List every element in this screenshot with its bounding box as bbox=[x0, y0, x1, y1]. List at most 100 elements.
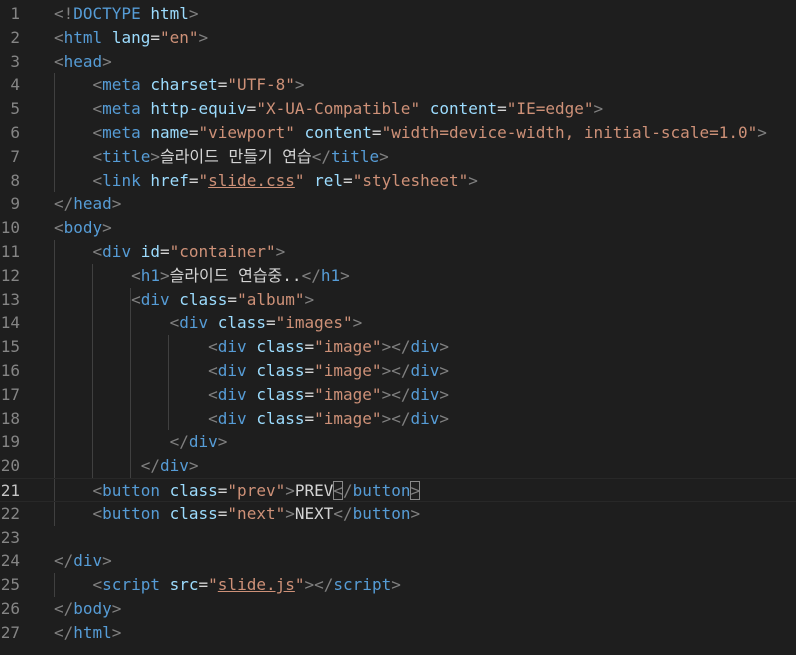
line-number: 16 bbox=[0, 360, 20, 380]
code-token: div bbox=[410, 337, 440, 357]
code-line[interactable]: 7 <title>슬라이드 만들기 연습</title> bbox=[0, 144, 796, 169]
code-text[interactable]: <meta charset="UTF-8"> bbox=[54, 73, 305, 97]
code-line[interactable]: 23 bbox=[0, 526, 796, 550]
code-token: < bbox=[54, 218, 64, 238]
code-token: > bbox=[439, 360, 450, 380]
code-token: > bbox=[352, 313, 363, 333]
code-token: < bbox=[208, 337, 218, 357]
code-token: > bbox=[111, 622, 122, 642]
code-line[interactable]: 17 <div class="image"></div> bbox=[0, 382, 796, 407]
code-token: " bbox=[294, 170, 305, 190]
code-token: div bbox=[217, 337, 247, 357]
code-line[interactable]: 19 </div> bbox=[0, 430, 796, 455]
code-text[interactable]: </body> bbox=[54, 597, 121, 621]
code-line[interactable]: 4 <meta charset="UTF-8"> bbox=[0, 73, 796, 98]
code-token: "container" bbox=[169, 241, 276, 261]
code-token: < bbox=[208, 360, 218, 380]
code-token: h1 bbox=[140, 265, 160, 285]
code-token: > bbox=[304, 289, 315, 309]
code-line[interactable]: 26 </body> bbox=[0, 597, 796, 621]
code-line[interactable]: 18 <div class="image"></div> bbox=[0, 406, 796, 431]
code-token: </ bbox=[54, 551, 74, 571]
code-token: = bbox=[304, 360, 315, 380]
code-text[interactable]: <head> bbox=[54, 50, 112, 74]
code-line[interactable]: 15 <div class="image"></div> bbox=[0, 335, 796, 359]
code-text[interactable]: </div> bbox=[54, 454, 199, 478]
code-line[interactable]: 1 <!DOCTYPE html> bbox=[0, 2, 796, 26]
code-line[interactable]: 5 <meta http-equiv="X-UA-Compatible" con… bbox=[0, 97, 796, 121]
code-text[interactable]: <div class="images"> bbox=[54, 311, 363, 335]
code-token: = bbox=[198, 575, 209, 595]
code-line[interactable]: 3 <head> bbox=[0, 50, 796, 74]
code-token: < bbox=[92, 170, 103, 190]
code-line[interactable]: 9 </head> bbox=[0, 192, 796, 216]
code-text[interactable]: <title>슬라이드 만들기 연습</title> bbox=[54, 145, 389, 169]
code-text[interactable]: <body> bbox=[54, 216, 112, 240]
code-token: > bbox=[379, 146, 389, 166]
code-text[interactable]: </html> bbox=[54, 621, 121, 645]
code-token: script bbox=[102, 575, 160, 595]
code-text[interactable]: <button class="prev">PREV</button> bbox=[54, 479, 421, 503]
code-text[interactable]: <div id="container"> bbox=[54, 240, 286, 264]
code-text[interactable]: <div class="image"></div> bbox=[54, 407, 449, 431]
code-token: > bbox=[439, 408, 450, 428]
code-token: < bbox=[208, 384, 218, 404]
code-token: "IE=edge" bbox=[506, 99, 594, 119]
code-token: id bbox=[140, 241, 160, 261]
code-token: div bbox=[159, 456, 189, 476]
code-token: > bbox=[150, 146, 160, 166]
code-line[interactable]: 16 <div class="image"></div> bbox=[0, 358, 796, 383]
code-line[interactable]: 10 <body> bbox=[0, 216, 796, 240]
code-text[interactable]: </div> bbox=[54, 549, 112, 573]
code-line[interactable]: 27 </html> bbox=[0, 621, 796, 645]
code-line[interactable]: 25 <script src="slide.js"></script> bbox=[0, 573, 796, 597]
code-line[interactable]: 20 </div> bbox=[0, 454, 796, 478]
code-text[interactable]: <!DOCTYPE html> bbox=[54, 2, 199, 26]
code-line[interactable]: 2 <html lang="en"> bbox=[0, 26, 796, 50]
line-number: 19 bbox=[0, 432, 20, 452]
code-text[interactable]: </head> bbox=[54, 192, 121, 216]
code-lines[interactable]: 1 <!DOCTYPE html> 2 <html lang="en"> 3 <head>… bbox=[0, 2, 796, 645]
code-text[interactable]: <script src="slide.js"></script> bbox=[54, 573, 401, 597]
code-token: link bbox=[102, 170, 141, 190]
code-token: < bbox=[92, 480, 103, 500]
code-line[interactable]: 24 </div> bbox=[0, 549, 796, 573]
code-text[interactable]: <meta name="viewport" content="width=dev… bbox=[54, 121, 767, 145]
code-token: body bbox=[73, 598, 112, 618]
line-number: 23 bbox=[0, 527, 20, 547]
code-token: > bbox=[111, 598, 122, 618]
code-text[interactable]: <html lang="en"> bbox=[54, 26, 208, 50]
code-text[interactable]: <div class="image"></div> bbox=[54, 335, 449, 359]
code-line[interactable]: 13 <div class="album"> bbox=[0, 287, 796, 312]
code-token: class bbox=[169, 503, 218, 523]
code-line[interactable]: 22 <button class="next">NEXT</button> bbox=[0, 501, 796, 526]
code-text[interactable]: <h1>슬라이드 연습중..</h1> bbox=[54, 264, 350, 288]
code-text[interactable]: </div> bbox=[54, 430, 228, 454]
code-token: "album" bbox=[237, 289, 305, 309]
code-token: < bbox=[54, 27, 64, 47]
code-text[interactable]: <meta http-equiv="X-UA-Compatible" conte… bbox=[54, 97, 604, 121]
line-number: 3 bbox=[10, 51, 20, 71]
code-line[interactable]: 6 <meta name="viewport" content="width=d… bbox=[0, 120, 796, 145]
code-token: < bbox=[92, 75, 103, 95]
code-line[interactable]: 14 <div class="images"> bbox=[0, 311, 796, 336]
code-text[interactable]: <div class="image"></div> bbox=[54, 383, 449, 407]
code-line[interactable]: 12 <h1>슬라이드 연습중..</h1> bbox=[0, 263, 796, 288]
code-token: html bbox=[150, 4, 189, 23]
line-number: 6 bbox=[10, 122, 20, 142]
code-line[interactable]: 21 <button class="prev">PREV</button> bbox=[0, 477, 796, 503]
code-text[interactable]: <link href="slide.css" rel="stylesheet"> bbox=[54, 169, 478, 193]
code-token: div bbox=[410, 408, 440, 428]
code-text[interactable]: <div class="album"> bbox=[54, 288, 314, 312]
code-editor[interactable]: 1 <!DOCTYPE html> 2 <html lang="en"> 3 <head>… bbox=[0, 0, 796, 655]
code-line[interactable]: 11 <div id="container"> bbox=[0, 239, 796, 264]
code-token: > bbox=[285, 480, 295, 500]
code-text[interactable]: <button class="next">NEXT</button> bbox=[54, 502, 421, 526]
code-text[interactable]: <div class="image"></div> bbox=[54, 359, 449, 383]
code-line[interactable]: 8 <link href="slide.css" rel="stylesheet… bbox=[0, 168, 796, 193]
